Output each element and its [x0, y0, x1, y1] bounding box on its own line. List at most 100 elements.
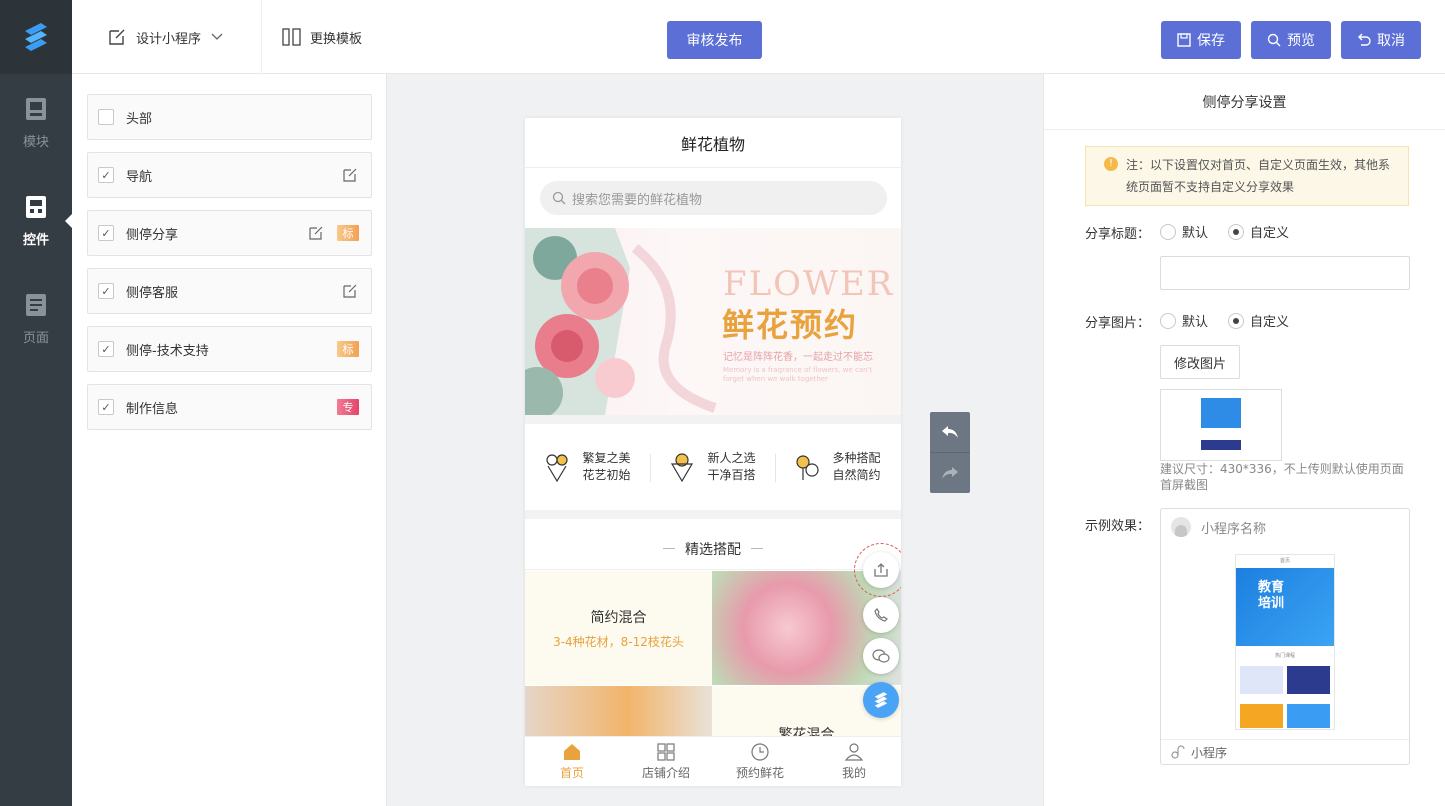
example-header: 小程序名称	[1161, 509, 1409, 545]
share-title-label: 分享标题：	[1085, 227, 1151, 242]
component-credits[interactable]: ✓ 制作信息 专	[87, 384, 372, 430]
component-label: 制作信息	[126, 401, 179, 417]
checkbox[interactable]: ✓	[98, 399, 114, 415]
feature-item[interactable]: 多种搭配 自然简约	[775, 450, 900, 484]
component-side-service[interactable]: ✓ 侧停客服	[87, 268, 372, 314]
rail-item-module[interactable]: 模块	[0, 74, 72, 172]
tab-home[interactable]: 首页	[525, 737, 619, 786]
rail-item-widget[interactable]: 控件	[0, 172, 72, 270]
example-course-row	[1236, 666, 1334, 694]
orange-bouquet-image[interactable]	[525, 686, 712, 736]
design-miniprogram-dropdown[interactable]: 设计小程序	[72, 0, 262, 74]
redo-button[interactable]	[930, 452, 970, 492]
rail-item-page[interactable]: 页面	[0, 270, 72, 368]
combo-card-simple[interactable]: 简约混合 3-4种花材，8-12枝花头	[525, 571, 712, 685]
component-list-panel: 头部 ✓ 导航 ✓ 侧停分享 标 ✓ 侧停客服 ✓ 侧停-技术支持 标 ✓ 制作…	[72, 74, 387, 806]
share-title-custom-option[interactable]: 自定义	[1228, 222, 1289, 241]
edit-icon[interactable]	[343, 168, 357, 182]
checkbox[interactable]: ✓	[98, 283, 114, 299]
notice-line2: 统页面暂不支持自定义分享效果	[1126, 180, 1295, 194]
tab-label: 首页	[559, 765, 584, 780]
section-title: 精选搭配	[525, 528, 901, 570]
flower-banner[interactable]: FLOWER 鲜花预约 记忆是阵阵花香，一起走过不能忘 Memory is a …	[525, 228, 901, 415]
undo-arrow-icon	[942, 426, 958, 438]
feature-item[interactable]: 繁复之美 花艺初始	[525, 450, 650, 484]
design-label: 设计小程序	[136, 31, 202, 47]
save-button[interactable]: 保存	[1161, 21, 1241, 59]
avatar	[1171, 517, 1191, 537]
top-bar: 设计小程序 更换模板 审核发布 保存 预览 取消	[72, 0, 1445, 74]
edit-icon[interactable]	[343, 284, 357, 298]
rail-item-label: 模块	[22, 134, 49, 150]
tab-shop-intro[interactable]: 店铺介绍	[619, 737, 713, 786]
clock-icon	[751, 742, 769, 761]
search-icon	[552, 191, 566, 205]
feature-item[interactable]: 新人之选 干净百搭	[650, 450, 775, 484]
option-label: 默认	[1182, 226, 1209, 241]
tab-label: 我的	[841, 765, 866, 780]
course-card	[1287, 666, 1330, 694]
change-template-button[interactable]: 更换模板	[262, 28, 362, 47]
edit-icon[interactable]	[309, 226, 323, 240]
component-navigation[interactable]: ✓ 导航	[87, 152, 372, 198]
component-label: 导航	[126, 169, 153, 185]
component-label: 侧停分享	[126, 227, 179, 243]
user-icon	[845, 742, 863, 761]
phone-search-bar[interactable]: 搜索您需要的鲜花植物	[540, 181, 887, 215]
brand-logo-icon	[874, 692, 888, 708]
tab-book-flowers[interactable]: 预约鲜花	[713, 737, 807, 786]
checkbox[interactable]	[98, 109, 114, 125]
rail-item-label: 控件	[22, 232, 49, 248]
bouquet-icon	[546, 454, 569, 482]
top-bar-left: 设计小程序 更换模板	[72, 0, 362, 74]
radio[interactable]	[1160, 223, 1176, 240]
component-label: 头部	[126, 111, 153, 127]
feature-line1: 多种搭配	[832, 451, 881, 465]
share-image-default-option[interactable]: 默认	[1160, 311, 1208, 330]
checkbox[interactable]: ✓	[98, 167, 114, 183]
checkbox[interactable]: ✓	[98, 225, 114, 241]
float-service-button[interactable]	[863, 638, 899, 674]
banner-chinese-title: 鲜花预约	[722, 306, 859, 344]
radio[interactable]	[1160, 312, 1176, 329]
share-title-default-option[interactable]: 默认	[1160, 222, 1208, 241]
tab-mine[interactable]: 我的	[807, 737, 901, 786]
example-card: 小程序名称 首页 教育培训 热门课程 小程序	[1160, 508, 1410, 765]
course-card	[1240, 666, 1283, 694]
flower-mix-icon	[796, 455, 820, 480]
preview-label: 预览	[1287, 33, 1315, 49]
share-settings-panel: 侧停分享设置 ! 注：以下设置仅对首页、自定义页面生效，其他系 统页面暂不支持自…	[1043, 74, 1445, 806]
float-share-button[interactable]	[863, 552, 899, 588]
share-title-input[interactable]	[1160, 256, 1410, 290]
component-header[interactable]: 头部	[87, 94, 372, 140]
checkbox[interactable]: ✓	[98, 341, 114, 357]
undo-button[interactable]	[930, 412, 970, 452]
component-side-share[interactable]: ✓ 侧停分享 标	[87, 210, 372, 256]
chat-icon	[872, 649, 890, 663]
template-label: 更换模板	[310, 31, 363, 47]
share-image-custom-option[interactable]: 自定义	[1228, 311, 1289, 330]
preview-button[interactable]: 预览	[1251, 21, 1331, 59]
grid-icon	[657, 742, 675, 761]
component-label: 侧停-技术支持	[126, 343, 209, 359]
standard-badge: 标	[337, 225, 359, 241]
tab-label: 店铺介绍	[641, 765, 690, 780]
page-icon	[26, 293, 46, 316]
float-phone-button[interactable]	[863, 597, 899, 633]
cancel-button[interactable]: 取消	[1341, 21, 1421, 59]
float-tech-support-button[interactable]	[863, 682, 899, 718]
component-side-tech-support[interactable]: ✓ 侧停-技术支持 标	[87, 326, 372, 372]
option-label: 自定义	[1250, 226, 1290, 241]
feature-line2: 自然简约	[832, 468, 881, 482]
modify-image-button[interactable]: 修改图片	[1160, 345, 1240, 379]
radio[interactable]	[1228, 223, 1245, 240]
example-screen-title: 首页	[1279, 558, 1290, 564]
rail-item-label: 页面	[22, 330, 49, 346]
share-image-thumbnail[interactable]	[1160, 389, 1282, 461]
dash	[751, 548, 763, 549]
settings-title: 侧停分享设置	[1044, 74, 1445, 130]
radio[interactable]	[1228, 312, 1245, 329]
publish-button[interactable]: 审核发布	[667, 21, 762, 59]
combo-desc: 3-4种花材，8-12枝花头	[553, 634, 684, 649]
info-icon: !	[1104, 157, 1118, 171]
